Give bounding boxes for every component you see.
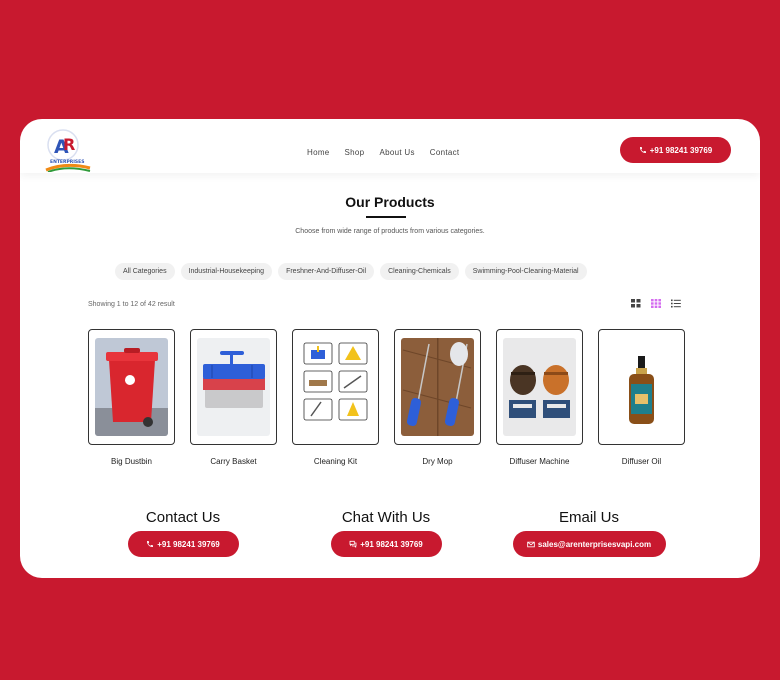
- category-freshner-and-diffuser-oil[interactable]: Freshner-And-Diffuser-Oil: [278, 263, 375, 280]
- category-cleaning-chemicals[interactable]: Cleaning-Chemicals: [380, 263, 459, 280]
- product-image-frame: [394, 329, 481, 445]
- nav-shop[interactable]: Shop: [345, 148, 365, 157]
- category-all[interactable]: All Categories: [115, 263, 175, 280]
- view-toggle: [631, 299, 681, 308]
- product-card[interactable]: Diffuser Oil: [598, 329, 685, 466]
- phone-icon: [147, 541, 154, 547]
- product-name: Big Dustbin: [111, 457, 152, 466]
- title-underline: [366, 216, 406, 218]
- nav-about-us[interactable]: About Us: [379, 148, 414, 157]
- header-phone-label: +91 98241 39769: [649, 145, 713, 155]
- chat-with-us-block: Chat With Us +91 98241 39769: [296, 509, 476, 557]
- page-subtitle: Choose from wide range of products from …: [295, 228, 485, 235]
- chat-button[interactable]: +91 98241 39769: [330, 531, 442, 557]
- email-button[interactable]: sales@arenterprisesvapi.com: [512, 531, 666, 557]
- product-name: Diffuser Oil: [621, 457, 662, 466]
- list-icon[interactable]: [671, 299, 681, 308]
- product-image-frame: [598, 329, 685, 445]
- product-card[interactable]: Diffuser Machine: [496, 329, 583, 466]
- email-us-title: Email Us: [558, 509, 619, 526]
- header-phone-button[interactable]: +91 98241 39769: [620, 137, 731, 163]
- product-grid: Big Dustbin Carry Basket Cleaning Kit Dr…: [88, 329, 685, 466]
- cleaning-kit-image: [299, 338, 372, 436]
- grid-small-icon[interactable]: [631, 299, 641, 308]
- product-name: Diffuser Machine: [509, 457, 570, 466]
- email-label: sales@arenterprisesvapi.com: [537, 539, 652, 549]
- contact-us-title: Contact Us: [145, 509, 221, 526]
- email-us-block: Email Us sales@arenterprisesvapi.com: [499, 509, 679, 557]
- product-image-frame: [292, 329, 379, 445]
- product-name: Carry Basket: [210, 457, 257, 466]
- product-card[interactable]: Carry Basket: [190, 329, 277, 466]
- product-name: Cleaning Kit: [313, 457, 358, 466]
- product-name: Dry Mop: [422, 457, 453, 466]
- result-count: Showing 1 to 12 of 42 result: [88, 301, 175, 308]
- chat-icon: [349, 540, 357, 548]
- grid-large-icon[interactable]: [651, 299, 661, 308]
- brand-logo[interactable]: A R ENTERPRISES: [44, 128, 92, 173]
- nav-home[interactable]: Home: [307, 148, 330, 157]
- category-industrial-housekeeping[interactable]: Industrial-Housekeeping: [180, 263, 273, 280]
- category-filters: All Categories Industrial-Housekeeping F…: [115, 263, 587, 280]
- site-header: A R ENTERPRISES Home Shop About Us Conta…: [20, 119, 760, 173]
- phone-icon: [639, 147, 646, 153]
- logo-icon: A R ENTERPRISES: [45, 129, 91, 173]
- carry-basket-image: [197, 338, 270, 436]
- svg-text:R: R: [63, 135, 75, 154]
- contact-us-block: Contact Us +91 98241 39769: [93, 509, 273, 557]
- product-image-frame: [88, 329, 175, 445]
- product-card[interactable]: Dry Mop: [394, 329, 481, 466]
- diffuser-machine-image: [503, 338, 576, 436]
- dry-mop-image: [401, 338, 474, 436]
- product-image-frame: [496, 329, 583, 445]
- contact-phone-label: +91 98241 39769: [157, 539, 220, 549]
- main-nav: Home Shop About Us Contact: [307, 148, 459, 157]
- main-card: A R ENTERPRISES Home Shop About Us Conta…: [20, 119, 760, 578]
- chat-with-us-title: Chat With Us: [341, 509, 431, 526]
- category-swimming-pool-cleaning-material[interactable]: Swimming-Pool-Cleaning-Material: [464, 263, 587, 280]
- chat-label: +91 98241 39769: [360, 539, 423, 549]
- contact-phone-button[interactable]: +91 98241 39769: [127, 531, 239, 557]
- nav-contact[interactable]: Contact: [430, 148, 460, 157]
- product-image-frame: [190, 329, 277, 445]
- diffuser-oil-image: [605, 338, 678, 436]
- product-card[interactable]: Cleaning Kit: [292, 329, 379, 466]
- mail-icon: [527, 541, 535, 547]
- page-title: Our Products: [345, 194, 435, 210]
- product-card[interactable]: Big Dustbin: [88, 329, 175, 466]
- dustbin-image: [95, 338, 168, 436]
